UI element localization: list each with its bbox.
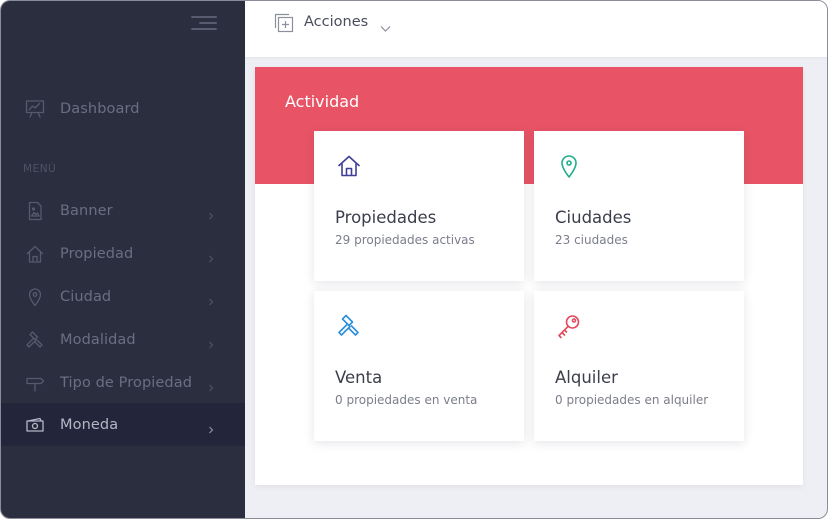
house-icon [336,153,362,179]
presentation-chart-icon [25,99,45,119]
sidebar-item-label: Modalidad [60,331,136,348]
card-subtitle: 23 ciudades [555,233,628,247]
sidebar-item-label: Tipo de Propiedad [60,374,193,391]
map-pin-icon [25,287,45,307]
sidebar: Dashboard MENÚ Banner Propiedad Ciudad M… [1,1,245,518]
map-pin-icon [556,153,582,179]
gavel-icon [25,330,45,350]
add-square-icon[interactable] [274,13,294,33]
topbar: Acciones [245,1,827,57]
chevron-right-icon [206,292,216,305]
stat-card-venta[interactable]: Venta 0 propiedades en venta [314,291,524,441]
sidebar-section-label: MENÚ [23,163,57,175]
sidebar-item-label: Dashboard [60,100,140,117]
app-window: Dashboard MENÚ Banner Propiedad Ciudad M… [0,0,828,519]
card-title: Propiedades [335,208,437,227]
house-icon [25,244,45,264]
signpost-icon [25,373,45,393]
sidebar-item-modalidad[interactable]: Modalidad [1,318,245,361]
card-title: Alquiler [555,368,618,387]
chevron-right-icon [206,335,216,348]
sidebar-item-banner[interactable]: Banner [1,189,245,232]
sidebar-item-label: Banner [60,202,113,219]
card-subtitle: 0 propiedades en venta [335,393,478,407]
hamburger-menu-icon[interactable] [189,13,217,33]
card-subtitle: 0 propiedades en alquiler [555,393,709,407]
sidebar-item-dashboard[interactable]: Dashboard [1,87,245,130]
card-title: Venta [335,368,383,387]
stat-card-propiedades[interactable]: Propiedades 29 propiedades activas [314,131,524,281]
key-icon [556,313,582,339]
chevron-right-icon [206,249,216,262]
sidebar-item-label: Ciudad [60,288,112,305]
stat-card-alquiler[interactable]: Alquiler 0 propiedades en alquiler [534,291,744,441]
chevron-right-icon [206,378,216,391]
chevron-right-icon [206,206,216,219]
sidebar-item-label: Moneda [60,416,119,433]
chevron-right-icon [206,420,216,433]
cash-icon [25,415,45,435]
sidebar-item-propiedad[interactable]: Propiedad [1,232,245,275]
sidebar-item-ciudad[interactable]: Ciudad [1,275,245,318]
panel-title: Actividad [285,92,360,111]
chevron-down-icon[interactable] [380,18,391,32]
sidebar-item-moneda[interactable]: Moneda [1,403,245,446]
gavel-icon [336,313,362,339]
activity-panel: Actividad Propiedades 29 propiedades act… [255,67,803,485]
sidebar-item-tipo-de-propiedad[interactable]: Tipo de Propiedad [1,361,245,404]
actions-menu-button[interactable]: Acciones [304,14,368,30]
image-file-icon [25,201,45,221]
card-title: Ciudades [555,208,632,227]
card-subtitle: 29 propiedades activas [335,233,475,247]
stat-card-ciudades[interactable]: Ciudades 23 ciudades [534,131,744,281]
sidebar-item-label: Propiedad [60,245,134,262]
